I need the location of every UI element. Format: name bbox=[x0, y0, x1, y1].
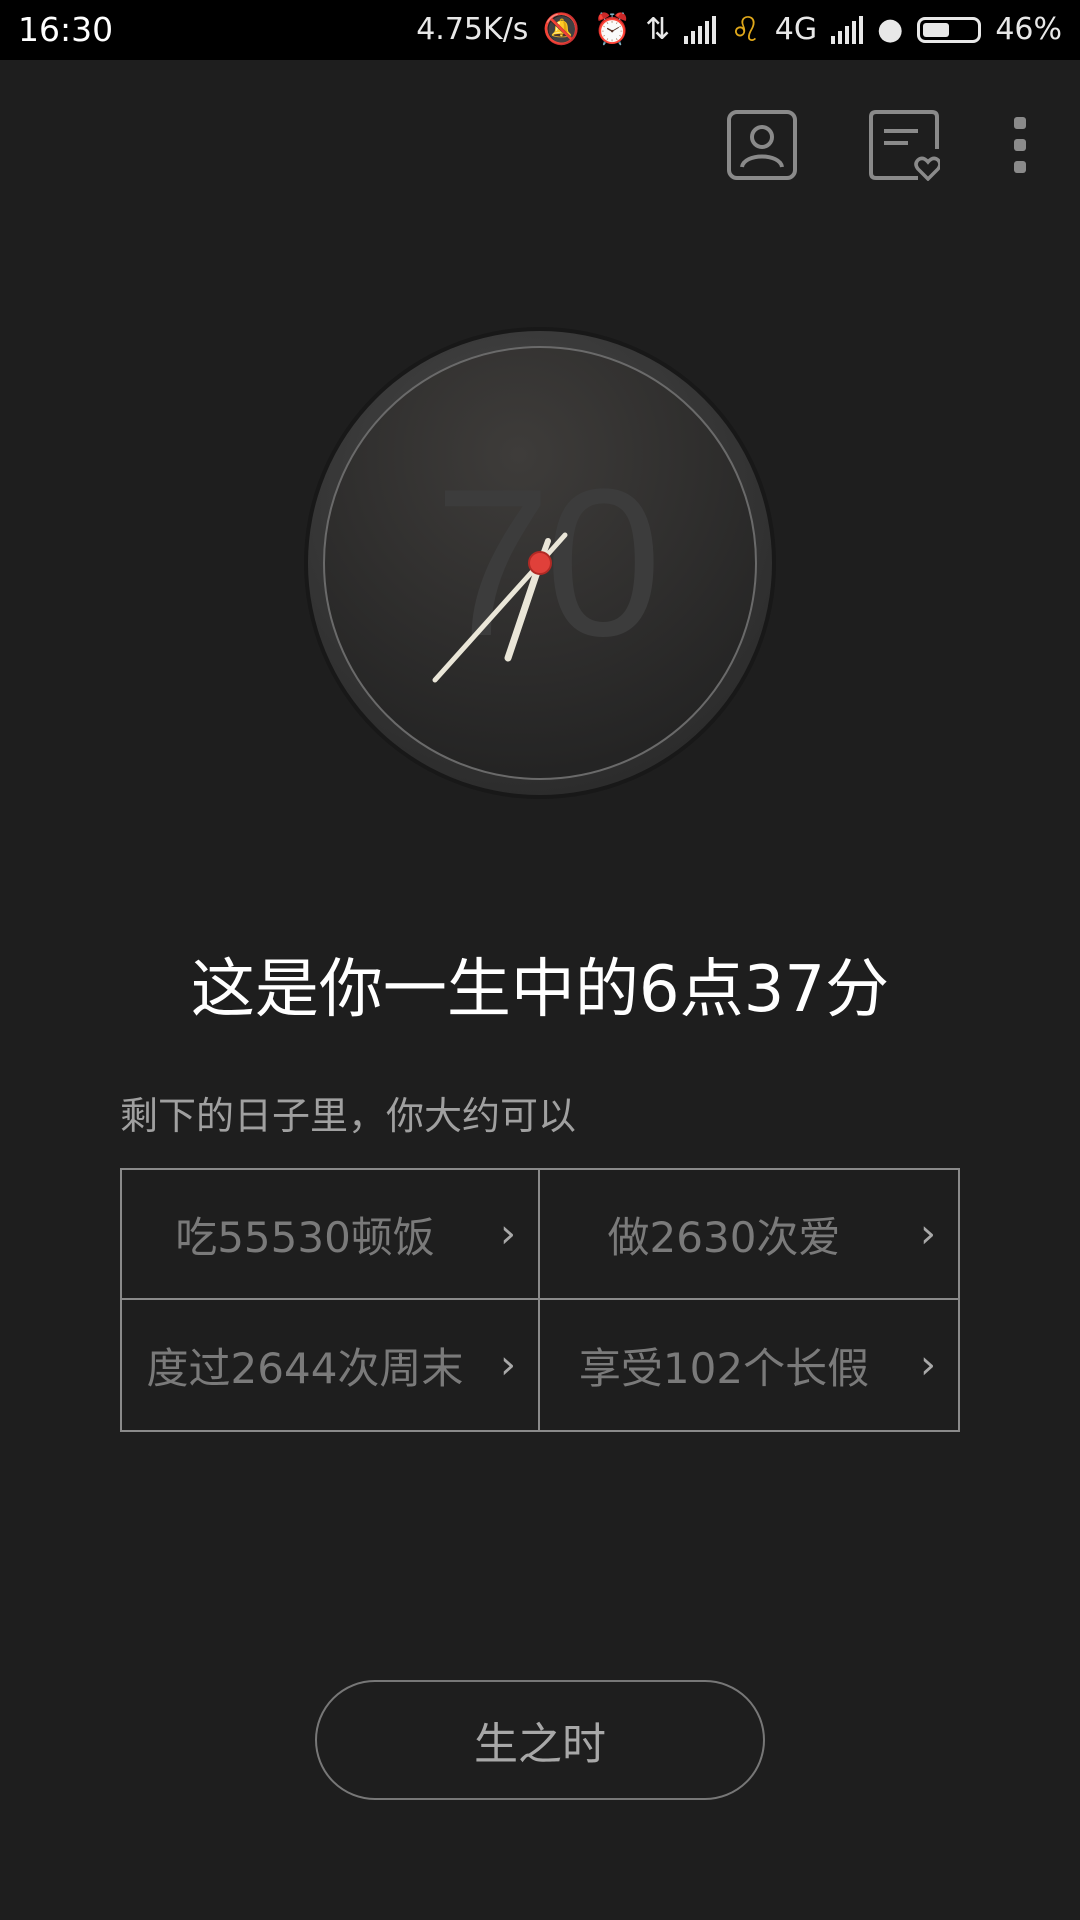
chevron-right-icon: › bbox=[500, 1342, 516, 1388]
stat-holidays[interactable]: 享受102个长假 › bbox=[540, 1300, 958, 1430]
battery-icon bbox=[917, 17, 982, 43]
chevron-right-icon: › bbox=[500, 1211, 516, 1257]
signal-icon bbox=[831, 16, 864, 44]
status-bar: 16:30 4.75K/s 🔕 ⏰ ⇅ ♌ 4G ● 46% bbox=[0, 0, 1080, 60]
data-arrows-icon: ⇅ bbox=[645, 12, 671, 47]
clock-hands bbox=[432, 532, 568, 683]
stat-meals[interactable]: 吃55530顿饭 › bbox=[122, 1170, 540, 1300]
alarm-icon: ⏰ bbox=[593, 12, 632, 47]
stat-label: 做2630次爱 bbox=[607, 1212, 841, 1262]
stat-label: 度过2644次周末 bbox=[146, 1343, 464, 1393]
life-clock: 70 bbox=[304, 327, 776, 799]
profile-icon[interactable] bbox=[726, 109, 798, 181]
stats-grid: 吃55530顿饭 › 做2630次爱 › 度过2644次周末 › 享受102个长… bbox=[120, 1168, 960, 1432]
signal-icon bbox=[684, 16, 717, 44]
clock-center-pin bbox=[528, 551, 552, 575]
mute-bell-icon: 🔕 bbox=[542, 12, 580, 47]
leo-icon: ♌ bbox=[730, 10, 761, 50]
favorites-icon[interactable] bbox=[868, 109, 942, 182]
life-time-headline: 这是你一生中的6点37分 bbox=[190, 953, 890, 1027]
stat-weekends[interactable]: 度过2644次周末 › bbox=[122, 1300, 540, 1430]
battery-percent: 46% bbox=[995, 12, 1062, 47]
stat-label: 享受102个长假 bbox=[578, 1343, 870, 1393]
stat-love[interactable]: 做2630次爱 › bbox=[540, 1170, 958, 1300]
status-time: 16:30 bbox=[18, 10, 114, 49]
net-speed: 4.75K/s bbox=[416, 12, 529, 47]
chevron-right-icon: › bbox=[920, 1211, 936, 1257]
app-screen: 16:30 4.75K/s 🔕 ⏰ ⇅ ♌ 4G ● 46% 70 这是你一生中… bbox=[0, 0, 1080, 1920]
status-icons: 4.75K/s 🔕 ⏰ ⇅ ♌ 4G ● 46% bbox=[416, 10, 1062, 50]
stat-label: 吃55530顿饭 bbox=[175, 1212, 435, 1262]
chevron-right-icon: › bbox=[920, 1342, 936, 1388]
top-actions bbox=[656, 105, 1040, 185]
minute-hand bbox=[432, 560, 543, 683]
network-type: 4G bbox=[774, 12, 818, 47]
notification-icon: ● bbox=[877, 12, 904, 47]
remaining-subhead: 剩下的日子里，你大约可以 bbox=[120, 1094, 577, 1138]
time-of-life-button[interactable]: 生之时 bbox=[315, 1680, 765, 1800]
more-icon[interactable] bbox=[1000, 109, 1040, 181]
